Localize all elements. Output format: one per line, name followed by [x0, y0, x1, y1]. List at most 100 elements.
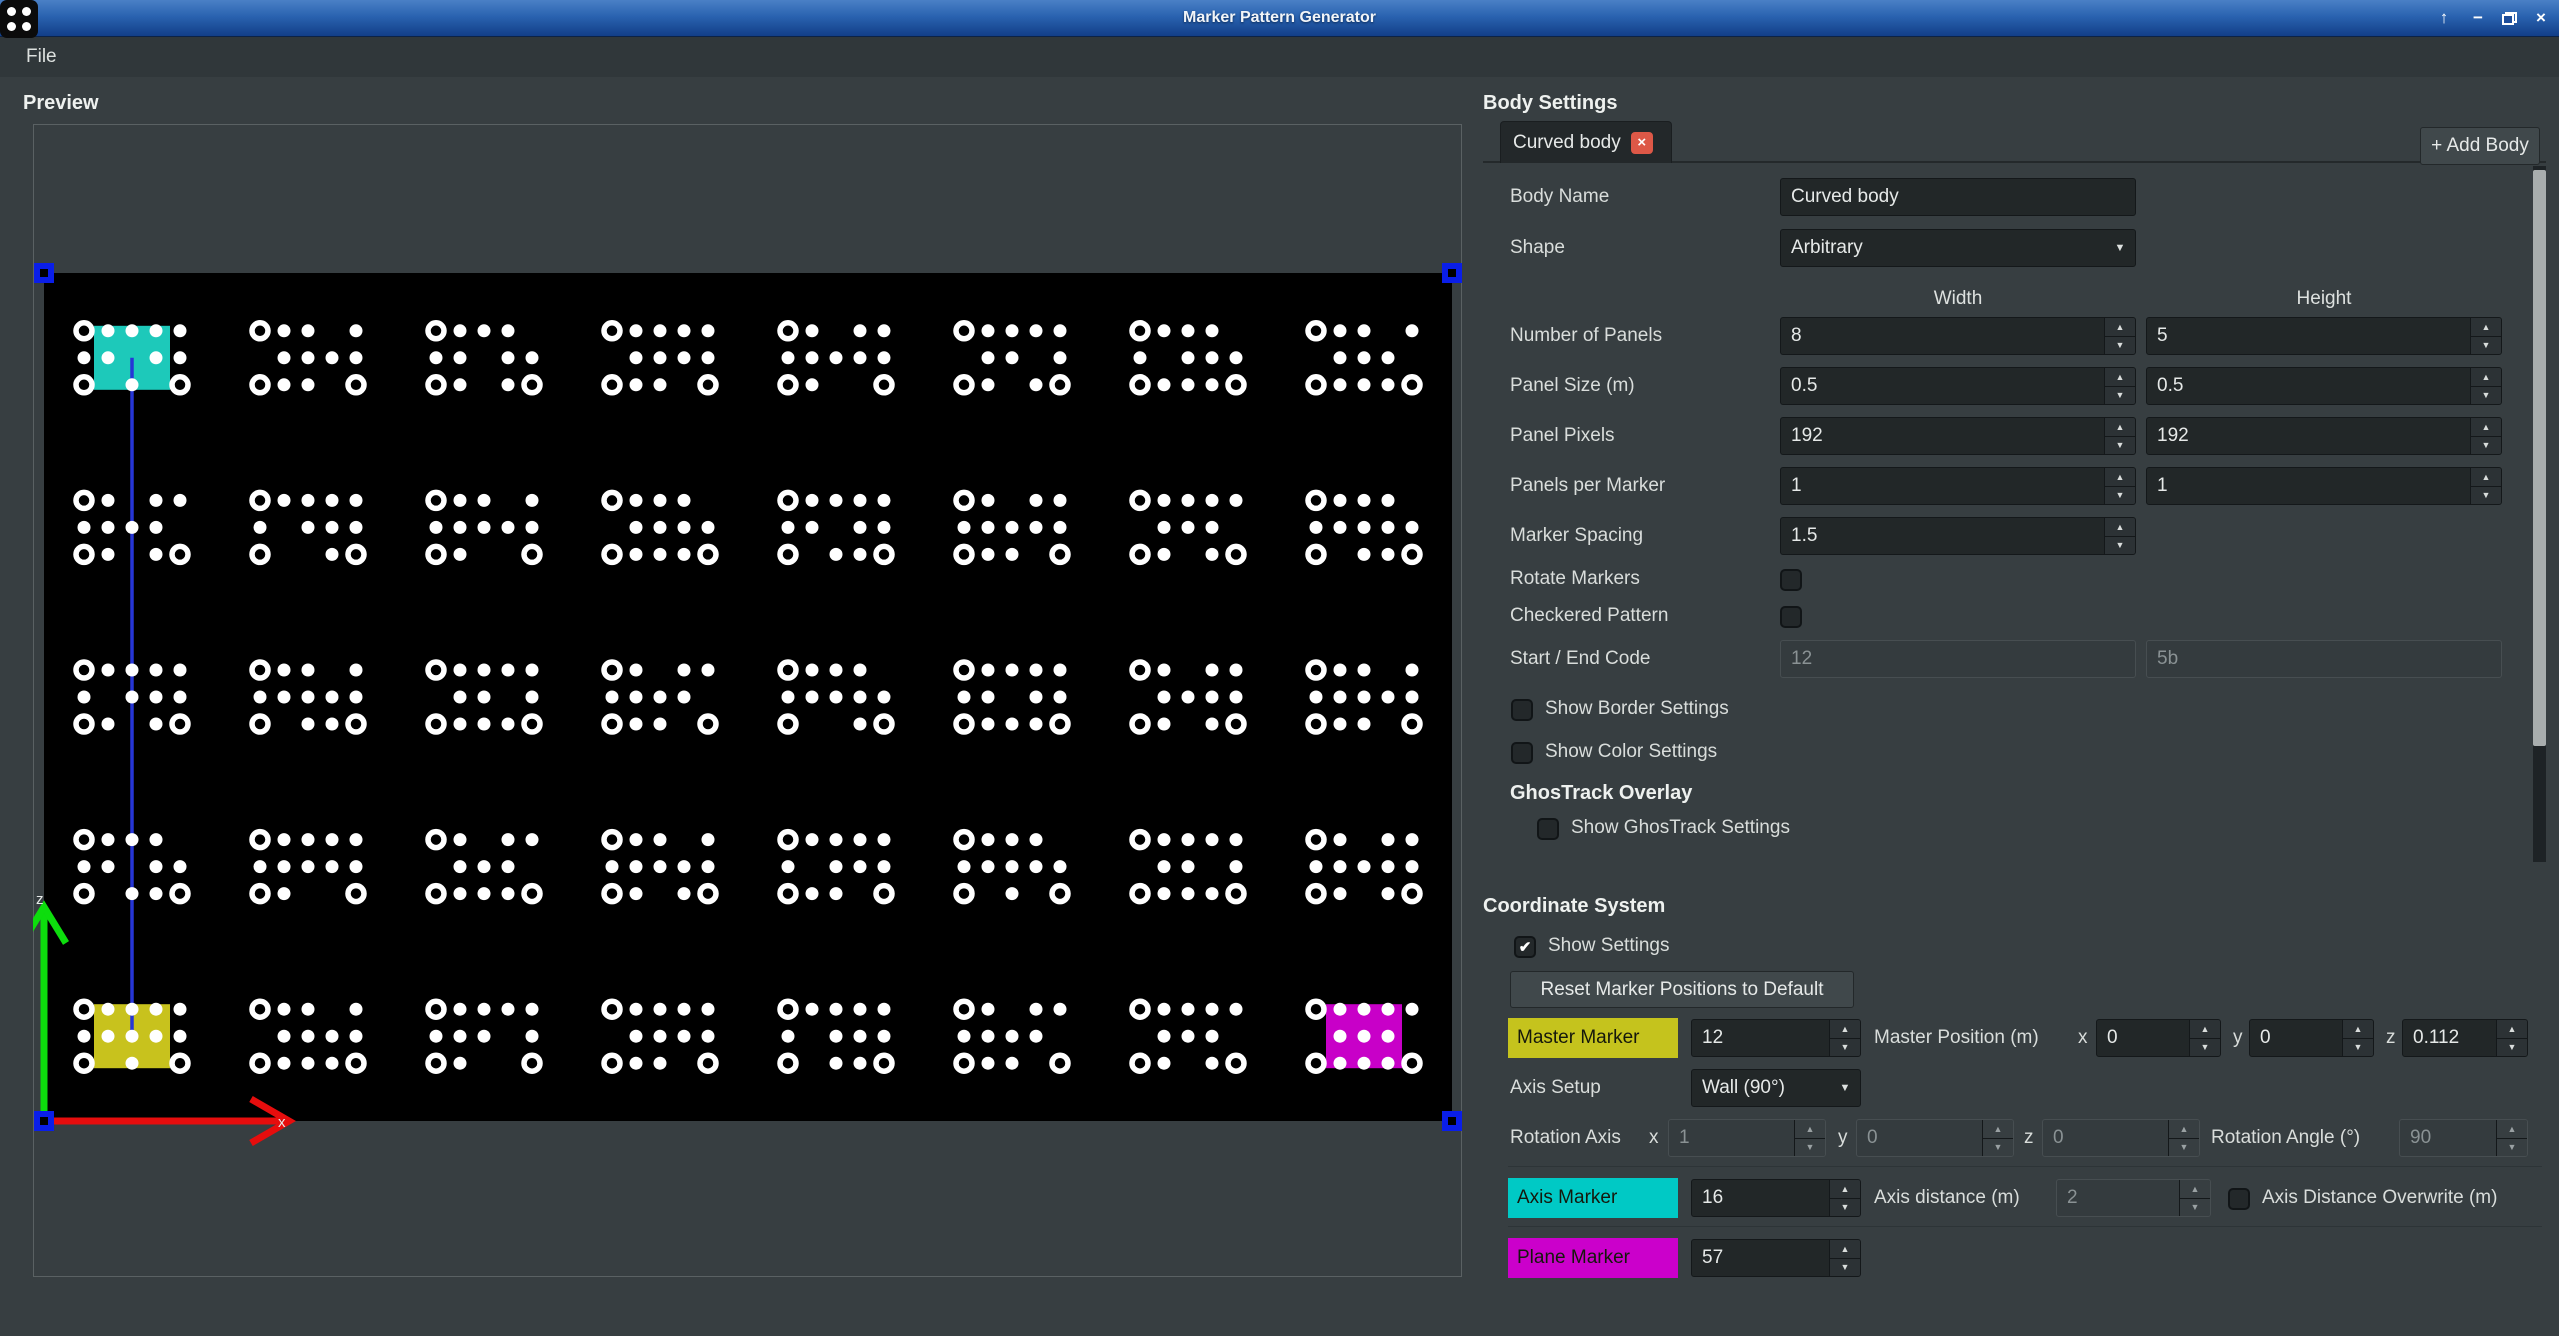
- master-y-input[interactable]: [2250, 1020, 2342, 1056]
- reset-marker-positions-button[interactable]: Reset Marker Positions to Default: [1510, 971, 1854, 1008]
- spin-down-icon[interactable]: ▼: [2497, 1038, 2527, 1057]
- marker-dot: [278, 860, 291, 873]
- scrollbar-thumb[interactable]: [2533, 170, 2546, 746]
- tab-close-icon[interactable]: ×: [1631, 132, 1653, 154]
- marker-dot: [302, 521, 315, 534]
- show-border-settings-checkbox[interactable]: [1511, 699, 1533, 721]
- marker-dot: [454, 664, 467, 677]
- axis-setup-select[interactable]: Wall (90°) ▼: [1691, 1069, 1861, 1107]
- spin-down-icon[interactable]: ▼: [2471, 336, 2501, 355]
- spin-down-icon[interactable]: ▼: [2105, 486, 2135, 505]
- ppm-width-input[interactable]: [1781, 468, 2104, 504]
- rotation-angle-input[interactable]: [2400, 1120, 2496, 1156]
- minimize-button[interactable]: −: [2468, 8, 2488, 28]
- show-settings-checkbox[interactable]: ✔: [1514, 936, 1536, 958]
- canvas-corner-handle-hole: [40, 269, 48, 277]
- tab-label: Curved body: [1513, 132, 1621, 154]
- restore-icon[interactable]: [2502, 12, 2517, 25]
- spin-down-icon: ▼: [2497, 1138, 2527, 1157]
- panel-size-width-input[interactable]: [1781, 368, 2104, 404]
- spin-down-icon[interactable]: ▼: [2471, 386, 2501, 405]
- close-button[interactable]: ×: [2531, 8, 2551, 28]
- spin-up-icon[interactable]: ▲: [2105, 468, 2135, 486]
- marker-dot: [502, 521, 515, 534]
- spin-down-icon[interactable]: ▼: [2190, 1038, 2220, 1057]
- marker-dot: [1158, 521, 1171, 534]
- add-body-button[interactable]: + Add Body: [2420, 127, 2540, 165]
- spin-down-icon: ▼: [1795, 1138, 1825, 1157]
- rotation-z-input[interactable]: [2043, 1120, 2168, 1156]
- checkered-pattern-checkbox[interactable]: [1780, 606, 1802, 628]
- show-color-settings-checkbox[interactable]: [1511, 742, 1533, 764]
- marker-dot: [278, 833, 291, 846]
- marker-dot: [1382, 494, 1395, 507]
- preview-canvas[interactable]: zx: [33, 124, 1462, 1277]
- spin-up-icon[interactable]: ▲: [1830, 1240, 1860, 1258]
- spin-up-icon[interactable]: ▲: [2105, 318, 2135, 336]
- spin-down-icon[interactable]: ▼: [2471, 486, 2501, 505]
- menu-file[interactable]: File: [20, 37, 63, 77]
- body-name-input[interactable]: [1781, 179, 2135, 215]
- panel-size-height-input[interactable]: [2147, 368, 2470, 404]
- marker-spacing-input[interactable]: [1781, 518, 2104, 554]
- spin-up-icon[interactable]: ▲: [1830, 1020, 1860, 1038]
- marker-dot: [1230, 691, 1243, 704]
- spin-down-icon[interactable]: ▼: [2105, 536, 2135, 555]
- spin-down-icon[interactable]: ▼: [2471, 436, 2501, 455]
- rotate-markers-checkbox[interactable]: [1780, 569, 1802, 591]
- spin-up-icon[interactable]: ▲: [2471, 468, 2501, 486]
- panel-size-label: Panel Size (m): [1510, 367, 1635, 405]
- master-z-input[interactable]: [2403, 1020, 2496, 1056]
- marker-dot: [526, 833, 539, 846]
- spin-up-icon[interactable]: ▲: [2105, 518, 2135, 536]
- master-x-input[interactable]: [2097, 1020, 2189, 1056]
- axis-marker-input[interactable]: [1692, 1180, 1829, 1216]
- spin-down-icon[interactable]: ▼: [1830, 1258, 1860, 1277]
- spin-up-icon[interactable]: ▲: [2471, 318, 2501, 336]
- panels-width-spinbox: ▲▼: [1780, 317, 2136, 355]
- spin-up-icon[interactable]: ▲: [2471, 418, 2501, 436]
- preview-title: Preview: [23, 92, 99, 115]
- axis-distance-overwrite-checkbox[interactable]: [2228, 1188, 2250, 1210]
- spin-up-icon[interactable]: ▲: [2190, 1020, 2220, 1038]
- plane-marker-input[interactable]: [1692, 1240, 1829, 1276]
- start-code-input[interactable]: [1781, 641, 2135, 677]
- marker-dot: [830, 833, 843, 846]
- rotation-y-label: y: [1838, 1119, 1848, 1157]
- spin-down-icon[interactable]: ▼: [2105, 386, 2135, 405]
- panel-pixels-height-input[interactable]: [2147, 418, 2470, 454]
- master-marker-input[interactable]: [1692, 1020, 1829, 1056]
- marker-dot: [878, 1003, 891, 1016]
- rotation-x-input[interactable]: [1669, 1120, 1794, 1156]
- end-code-input[interactable]: [2147, 641, 2501, 677]
- spin-down-icon[interactable]: ▼: [2105, 336, 2135, 355]
- spin-up-icon[interactable]: ▲: [1830, 1180, 1860, 1198]
- spin-up-icon[interactable]: ▲: [2471, 368, 2501, 386]
- shape-select[interactable]: Arbitrary ▼: [1780, 229, 2136, 267]
- marker-dot: [654, 691, 667, 704]
- ppm-height-input[interactable]: [2147, 468, 2470, 504]
- panel-pixels-width-input[interactable]: [1781, 418, 2104, 454]
- marker-dot: [830, 548, 843, 561]
- spin-down-icon[interactable]: ▼: [2343, 1038, 2373, 1057]
- spin-up-icon[interactable]: ▲: [2105, 368, 2135, 386]
- rollup-button[interactable]: ↑: [2434, 8, 2454, 28]
- marker-dot: [1358, 664, 1371, 677]
- panels-width-input[interactable]: [1781, 318, 2104, 354]
- spin-up-icon[interactable]: ▲: [2105, 418, 2135, 436]
- spin-down-icon[interactable]: ▼: [1830, 1038, 1860, 1057]
- spin-up-icon[interactable]: ▲: [2497, 1020, 2527, 1038]
- marker-dot: [1182, 378, 1195, 391]
- spin-up-icon[interactable]: ▲: [2343, 1020, 2373, 1038]
- tab-curved-body[interactable]: Curved body ×: [1500, 121, 1672, 163]
- rotation-y-input[interactable]: [1857, 1120, 1982, 1156]
- master-y-label: y: [2233, 1019, 2243, 1057]
- show-ghostrack-settings-checkbox[interactable]: [1537, 818, 1559, 840]
- panels-height-input[interactable]: [2147, 318, 2470, 354]
- spin-down-icon[interactable]: ▼: [2105, 436, 2135, 455]
- spin-down-icon[interactable]: ▼: [1830, 1198, 1860, 1217]
- axis-distance-input[interactable]: [2057, 1180, 2179, 1216]
- marker-dot: [982, 324, 995, 337]
- marker-dot: [854, 691, 867, 704]
- separator: [1508, 1226, 2542, 1227]
